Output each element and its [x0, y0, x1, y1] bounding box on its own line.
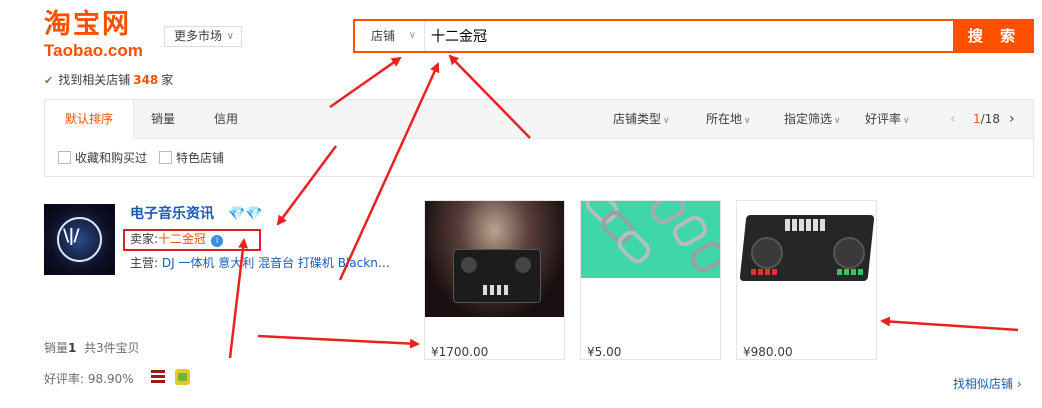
annotation-arrows: [228, 54, 1019, 359]
annotation-arrow: [329, 56, 402, 109]
annotation-arrow: [338, 62, 440, 281]
annotation-arrow: [257, 334, 420, 349]
annotation-arrow: [448, 54, 531, 139]
annotation-arrow: [228, 238, 249, 359]
annotation-arrow: [880, 316, 1019, 332]
annotation-arrow: [276, 145, 338, 226]
